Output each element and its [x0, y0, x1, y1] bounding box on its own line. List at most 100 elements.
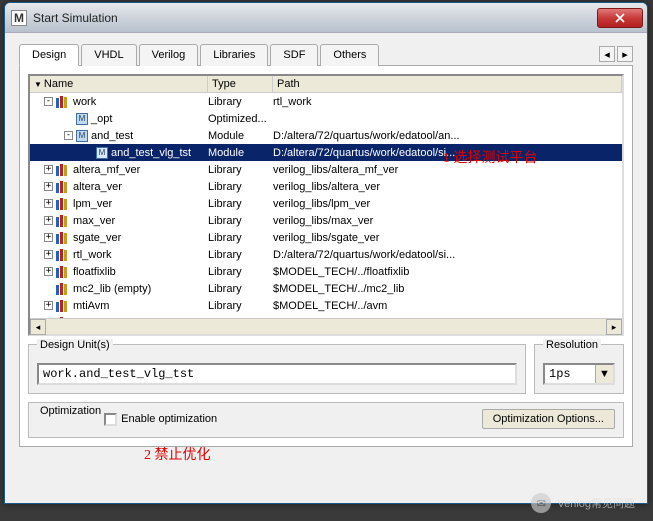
row-type: Library [208, 96, 273, 108]
library-icon [56, 181, 70, 193]
close-icon [615, 13, 625, 23]
watermark: ✉ Verilog常见问题 [531, 493, 635, 513]
tree-row[interactable]: M_optOptimized... [30, 110, 622, 127]
expander-blank [84, 148, 93, 157]
annotation-2: 2 禁止优化 [144, 444, 211, 464]
resolution-label: Resolution [543, 339, 601, 351]
app-icon: M [11, 10, 27, 26]
library-icon [56, 215, 70, 227]
tab-others[interactable]: Others [320, 44, 379, 66]
optimization-options-button[interactable]: Optimization Options... [482, 409, 615, 429]
scroll-left-icon[interactable]: ◂ [30, 319, 46, 335]
collapse-icon[interactable]: - [44, 97, 53, 106]
close-button[interactable] [597, 8, 643, 28]
tab-verilog[interactable]: Verilog [139, 44, 199, 66]
titlebar[interactable]: M Start Simulation [5, 3, 647, 33]
row-type: Library [208, 215, 273, 227]
tree-row[interactable]: mc2_lib (empty)Library$MODEL_TECH/../mc2… [30, 280, 622, 297]
tree-row[interactable]: + mtiAvm Library$MODEL_TECH/../avm [30, 297, 622, 314]
collapse-icon[interactable]: - [64, 131, 73, 140]
tree-row[interactable]: +sgate_verLibraryverilog_libs/sgate_ver [30, 229, 622, 246]
tree-header: Name Type Path [30, 76, 622, 93]
design-units-group: Design Unit(s) [28, 344, 526, 394]
library-icon [56, 283, 70, 295]
tree-row[interactable]: + rtl_work LibraryD:/altera/72/quartus/wor… [30, 246, 622, 263]
annotation-1: 1 选择测试平台 [443, 147, 538, 167]
library-tree: Name Type Path -workLibraryrtl_workM_opt… [28, 74, 624, 336]
tree-row[interactable]: -Mand_testModuleD:/altera/72/quartus/wor… [30, 127, 622, 144]
tab-design[interactable]: Design [19, 44, 79, 66]
row-path: verilog_libs/altera_ver [273, 181, 622, 193]
module-icon: M [76, 113, 88, 125]
row-path: verilog_libs/sgate_ver [273, 232, 622, 244]
optimization-group: Optimization Enable optimization Optimiz… [28, 402, 624, 438]
expander-blank [64, 114, 73, 123]
scroll-right-icon[interactable]: ▸ [606, 319, 622, 335]
expand-icon[interactable]: + [44, 301, 53, 310]
row-name: altera_ver [73, 181, 122, 193]
enable-optimization-checkbox[interactable] [104, 413, 117, 426]
wechat-icon: ✉ [531, 493, 551, 513]
row-type: Library [208, 232, 273, 244]
expand-icon[interactable]: + [44, 267, 53, 276]
tabstrip: DesignVHDLVerilogLibrariesSDFOthers ◂ ▸ [19, 43, 633, 66]
tab-vhdl[interactable]: VHDL [81, 44, 136, 66]
tree-body[interactable]: -workLibraryrtl_workM_optOptimized...-Ma… [30, 93, 622, 318]
resolution-value: 1ps [545, 365, 595, 383]
expand-icon[interactable]: + [44, 165, 53, 174]
design-units-input[interactable] [37, 363, 517, 385]
dialog-window: M Start Simulation DesignVHDLVerilogLibr… [4, 2, 648, 504]
resolution-select[interactable]: 1ps ▼ [543, 363, 615, 385]
expand-icon[interactable]: + [44, 199, 53, 208]
tree-row[interactable]: +lpm_verLibraryverilog_libs/lpm_ver [30, 195, 622, 212]
library-icon [56, 198, 70, 210]
row-name: max_ver [73, 215, 115, 227]
row-path: rtl_work [273, 96, 622, 108]
expand-icon[interactable]: + [44, 182, 53, 191]
tab-scroll-left-icon[interactable]: ◂ [599, 46, 615, 62]
row-path: verilog_libs/max_ver [273, 215, 622, 227]
row-type: Module [208, 130, 273, 142]
design-units-label: Design Unit(s) [37, 339, 113, 351]
row-name: rtl_work [73, 249, 112, 261]
row-name: altera_mf_ver [73, 164, 140, 176]
row-path: D:/altera/72/quartus/work/edatool/si... [273, 249, 622, 261]
tab-sdf[interactable]: SDF [270, 44, 318, 66]
expander-blank [44, 284, 53, 293]
row-path: $MODEL_TECH/../floatfixlib [273, 266, 622, 278]
tree-row[interactable]: + altera_ver Libraryverilog_libs/altera_ve… [30, 178, 622, 195]
enable-optimization-label: Enable optimization [121, 413, 217, 425]
row-type: Library [208, 300, 273, 312]
window-title: Start Simulation [33, 11, 597, 25]
library-icon [56, 96, 70, 108]
design-panel: Name Type Path -workLibraryrtl_workM_opt… [19, 66, 633, 447]
content-area: DesignVHDLVerilogLibrariesSDFOthers ◂ ▸ … [5, 33, 647, 457]
module-icon: M [96, 147, 108, 159]
row-type: Library [208, 283, 273, 295]
col-type[interactable]: Type [208, 76, 273, 92]
row-name: mtiAvm [73, 300, 109, 312]
tree-row[interactable]: +floatfixlibLibrary$MODEL_TECH/../floatf… [30, 263, 622, 280]
row-type: Module [208, 147, 273, 159]
tab-scroll-right-icon[interactable]: ▸ [617, 46, 633, 62]
library-icon [56, 249, 70, 261]
row-name: _opt [91, 113, 112, 125]
chevron-down-icon[interactable]: ▼ [595, 365, 613, 383]
expand-icon[interactable]: + [44, 250, 53, 259]
row-path: $MODEL_TECH/../avm [273, 300, 622, 312]
row-type: Library [208, 249, 273, 261]
row-name: and_test_vlg_tst [111, 147, 191, 159]
row-type: Library [208, 266, 273, 278]
expand-icon[interactable]: + [44, 216, 53, 225]
row-type: Library [208, 181, 273, 193]
row-name: work [73, 96, 96, 108]
col-name[interactable]: Name [30, 76, 208, 92]
row-name: mc2_lib (empty) [73, 283, 151, 295]
tab-libraries[interactable]: Libraries [200, 44, 268, 66]
tree-row[interactable]: + max_ver Libraryverilog_libs/max_ver [30, 212, 622, 229]
expand-icon[interactable]: + [44, 233, 53, 242]
optimization-label: Optimization [37, 405, 104, 417]
col-path[interactable]: Path [273, 76, 622, 92]
horizontal-scrollbar[interactable]: ◂ ▸ [30, 318, 622, 334]
tree-row[interactable]: - work Libraryrtl_work [30, 93, 622, 110]
